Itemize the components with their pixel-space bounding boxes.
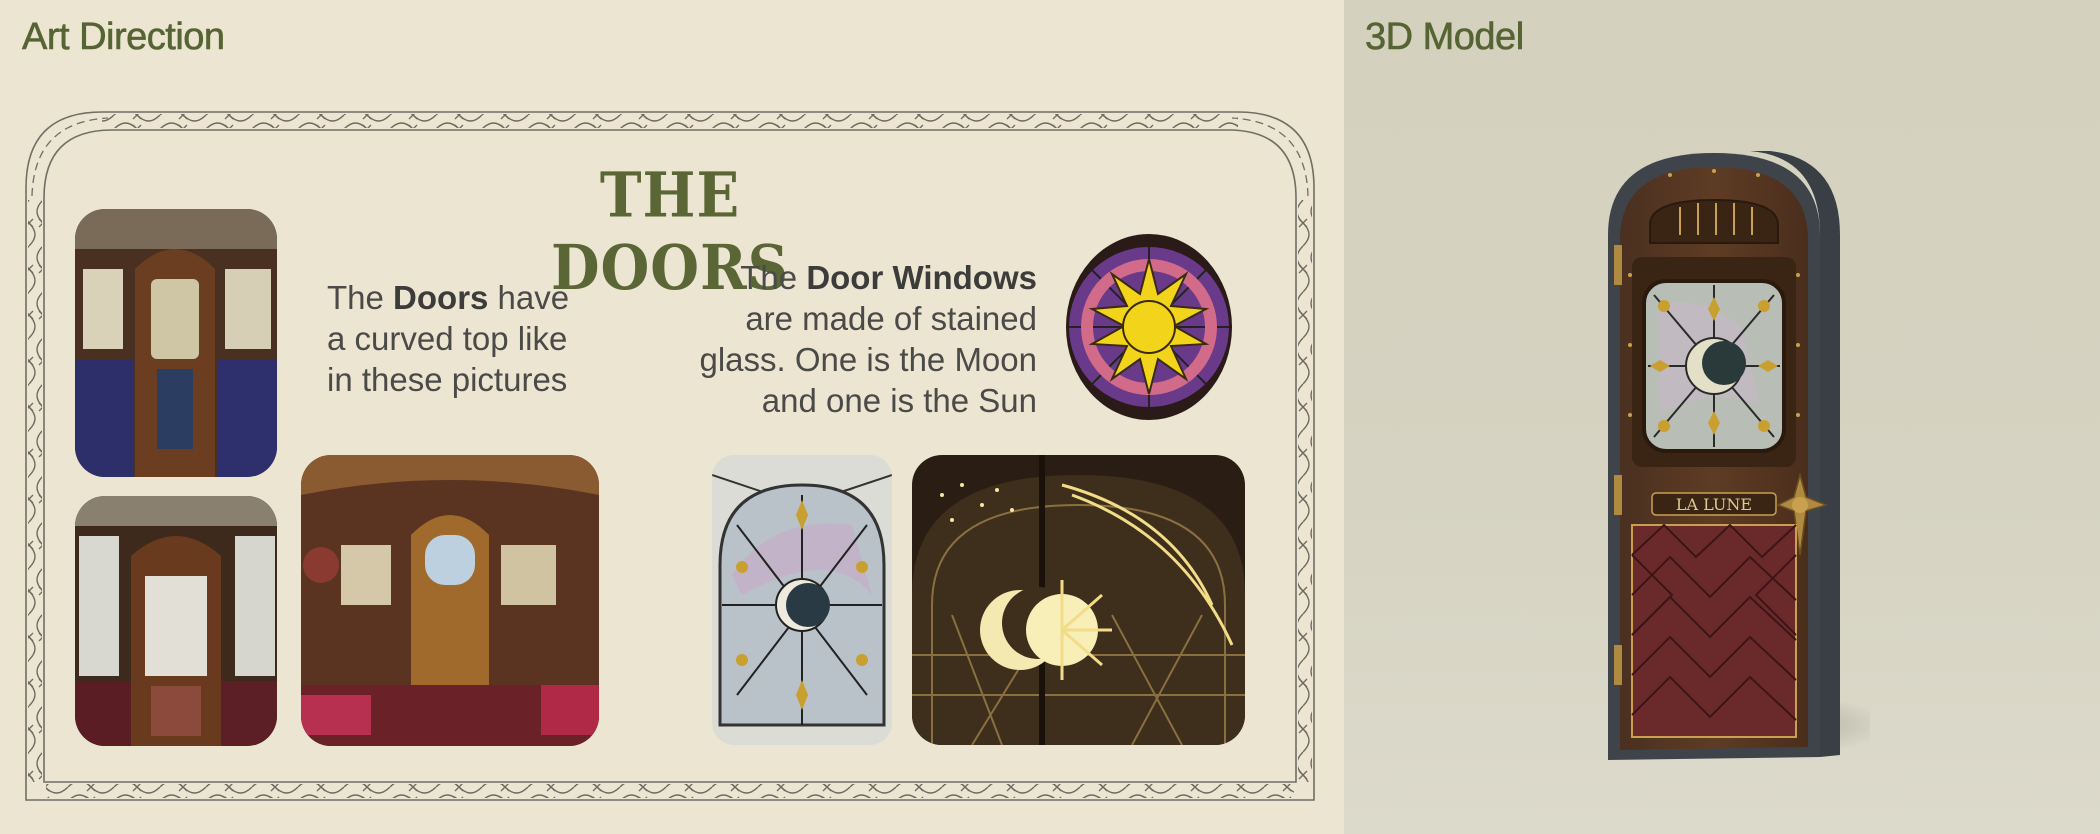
- train-corridor-photo: [75, 209, 277, 477]
- train-door-photo: [75, 496, 277, 746]
- doors-description: The Doors have a curved top like in thes…: [327, 279, 570, 398]
- sun-stained-glass-photo: [1066, 234, 1232, 420]
- 3d-model-title: 3D Model: [1365, 16, 1525, 59]
- sun-moon-gate-photo: [912, 455, 1245, 745]
- moon-stained-glass-photo: [712, 455, 892, 745]
- door-plaque-text: LA LUNE: [1676, 495, 1752, 514]
- windows-description: The Door Windows are made of stained gla…: [699, 259, 1037, 419]
- carriage-interior-photo: [301, 455, 599, 746]
- art-direction-title: Art Direction: [22, 16, 226, 59]
- door-3d-model: LA LUNE: [1608, 151, 1870, 760]
